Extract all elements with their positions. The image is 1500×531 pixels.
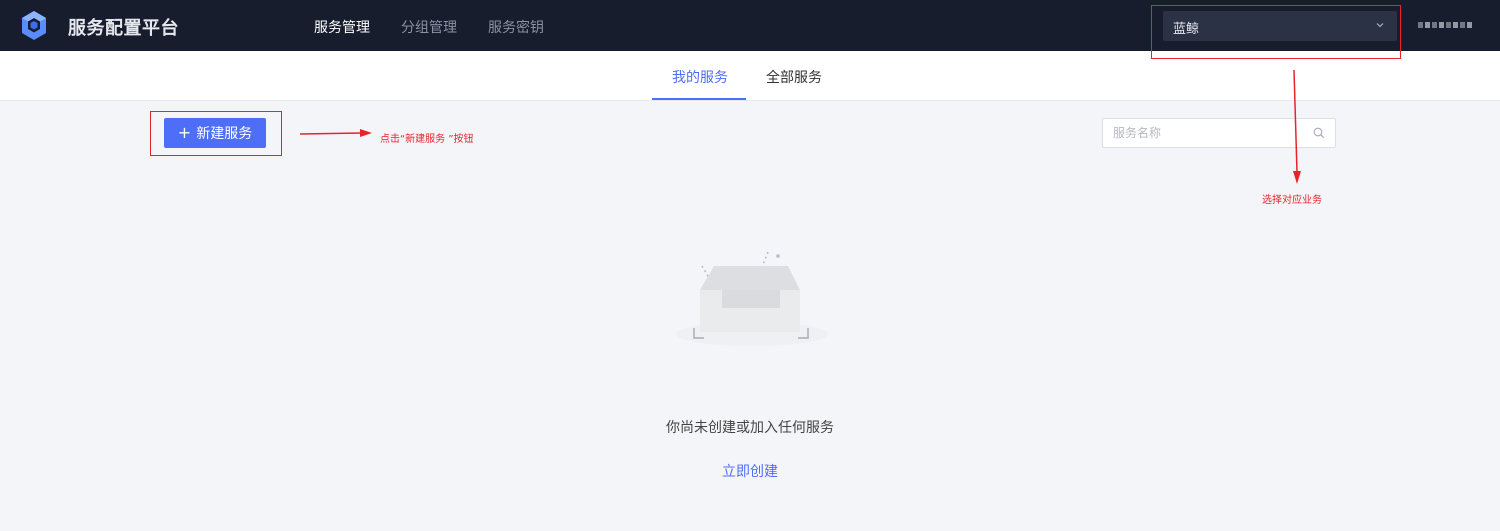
service-search bbox=[1102, 118, 1336, 148]
annotation-box-business-select bbox=[1151, 5, 1401, 59]
annotation-box-create-button bbox=[150, 111, 282, 156]
search-icon[interactable] bbox=[1313, 127, 1325, 139]
empty-inbox-icon bbox=[676, 251, 828, 346]
annotation-create-hint: 点击“新建服务 ”按钮 bbox=[380, 134, 474, 145]
active-tab-indicator bbox=[652, 98, 746, 100]
empty-state-message: 你尚未创建或加入任何服务 bbox=[666, 420, 834, 436]
create-now-link[interactable]: 立即创建 bbox=[722, 464, 778, 480]
nav-item-group-management[interactable]: 分组管理 bbox=[401, 17, 457, 37]
tab-all-services[interactable]: 全部服务 bbox=[766, 67, 822, 87]
create-now-link-row: 立即创建 bbox=[0, 461, 1500, 481]
nav-item-service-management[interactable]: 服务管理 bbox=[314, 17, 370, 37]
app-title[interactable]: 服务配置平台 bbox=[68, 14, 179, 40]
search-input[interactable] bbox=[1103, 119, 1293, 147]
annotation-select-hint: 选择对应业务 bbox=[1262, 195, 1322, 206]
main-nav: 服务管理 分组管理 服务密钥 bbox=[314, 17, 544, 37]
hexagon-cube-icon[interactable] bbox=[22, 11, 46, 40]
nav-item-service-keys[interactable]: 服务密钥 bbox=[488, 17, 544, 37]
tab-my-services[interactable]: 我的服务 bbox=[672, 67, 728, 87]
user-avatar-blurred[interactable] bbox=[1418, 22, 1472, 28]
